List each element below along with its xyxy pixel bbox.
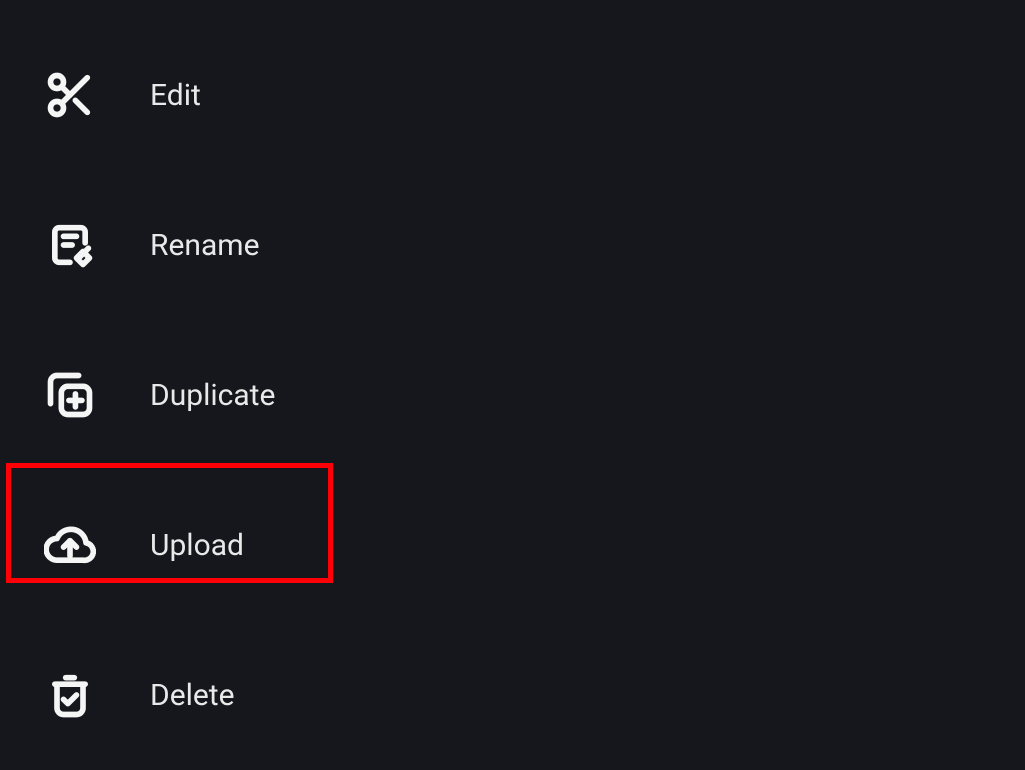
menu-item-duplicate[interactable]: Duplicate xyxy=(0,320,1025,470)
menu-item-label: Upload xyxy=(150,528,244,563)
menu-item-label: Delete xyxy=(150,678,235,713)
menu-item-edit[interactable]: Edit xyxy=(0,20,1025,170)
menu-item-delete[interactable]: Delete xyxy=(0,620,1025,770)
cloud-upload-icon xyxy=(42,517,98,573)
scissors-icon xyxy=(42,67,98,123)
menu-item-label: Duplicate xyxy=(150,378,275,413)
menu-item-label: Edit xyxy=(150,78,201,113)
edit-note-icon xyxy=(42,217,98,273)
context-menu: Edit Rename Duplicate xyxy=(0,0,1025,770)
menu-item-rename[interactable]: Rename xyxy=(0,170,1025,320)
copy-plus-icon xyxy=(42,367,98,423)
menu-item-label: Rename xyxy=(150,228,260,263)
menu-item-upload[interactable]: Upload xyxy=(0,470,1025,620)
trash-icon xyxy=(42,667,98,723)
